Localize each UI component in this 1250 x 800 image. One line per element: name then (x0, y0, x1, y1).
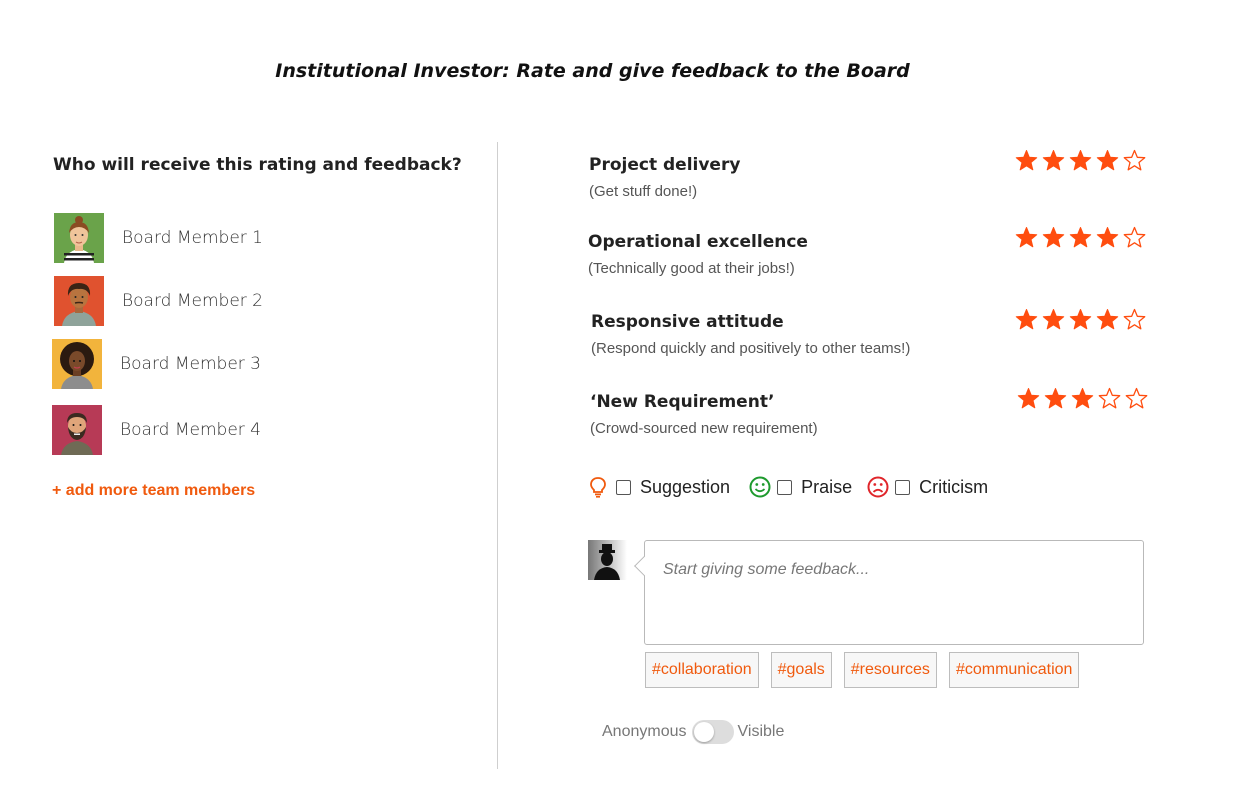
avatar (52, 339, 102, 389)
member-name: Board Member 3 (120, 354, 261, 374)
star-filled-icon[interactable] (1015, 308, 1038, 331)
anonymous-label: Anonymous (602, 723, 687, 740)
star-filled-icon[interactable] (1069, 308, 1092, 331)
star-filled-icon[interactable] (1096, 308, 1119, 331)
criticism-label: Criticism (919, 476, 989, 497)
member-row-3[interactable]: Board Member 3 (52, 339, 261, 389)
comment-box (644, 540, 1144, 645)
star-empty-icon[interactable] (1098, 387, 1121, 410)
criterion-subtitle: (Get stuff done!) (589, 183, 698, 200)
criticism-checkbox[interactable] (895, 479, 911, 495)
tag-chip[interactable]: #collaboration (645, 652, 759, 688)
tag-chip[interactable]: #communication (948, 652, 1080, 688)
criterion-subtitle: (Respond quickly and positively to other… (591, 340, 911, 357)
criterion-responsive-attitude: Responsive attitude (Respond quickly and… (591, 312, 910, 357)
star-empty-icon[interactable] (1125, 387, 1148, 410)
toggle-knob (693, 722, 714, 742)
star-rating[interactable] (1015, 308, 1146, 331)
member-name: Board Member 4 (120, 420, 261, 440)
star-empty-icon[interactable] (1123, 308, 1146, 331)
criterion-subtitle: (Technically good at their jobs!) (588, 260, 795, 277)
criterion-title: ‘New Requirement’ (590, 392, 775, 412)
star-filled-icon[interactable] (1042, 308, 1065, 331)
visibility-toggle[interactable] (691, 720, 734, 744)
tag-chip[interactable]: #goals (770, 652, 832, 688)
star-filled-icon[interactable] (1044, 387, 1067, 410)
star-rating[interactable] (1015, 149, 1146, 172)
star-filled-icon[interactable] (1096, 226, 1119, 249)
star-filled-icon[interactable] (1015, 226, 1038, 249)
feedback-textarea[interactable] (653, 549, 1135, 636)
suggestion-label: Suggestion (640, 476, 731, 497)
visibility-toggle-row: Anonymous Visible (602, 720, 784, 744)
page-title: Institutional Investor: Rate and give fe… (275, 60, 910, 82)
column-divider (497, 142, 498, 769)
tag-chip[interactable]: #resources (843, 652, 937, 688)
star-filled-icon[interactable] (1015, 149, 1038, 172)
member-row-2[interactable]: Board Member 2 (54, 276, 263, 326)
feedback-type-options: Suggestion Praise Criticism (588, 476, 988, 498)
avatar (54, 276, 104, 326)
recipients-heading: Who will receive this rating and feedbac… (53, 155, 462, 175)
tag-list: #collaboration #goals #resources #commun… (645, 652, 1080, 688)
praise-checkbox[interactable] (777, 479, 793, 495)
avatar (54, 213, 104, 263)
star-empty-icon[interactable] (1123, 226, 1146, 249)
criterion-operational-excellence: Operational excellence (Technically good… (588, 232, 808, 277)
avatar (52, 405, 102, 455)
criterion-subtitle: (Crowd-sourced new requirement) (590, 420, 818, 437)
star-filled-icon[interactable] (1042, 149, 1065, 172)
suggestion-checkbox[interactable] (616, 479, 631, 495)
member-name: Board Member 2 (122, 291, 263, 311)
criterion-title: Responsive attitude (591, 312, 784, 332)
star-filled-icon[interactable] (1017, 387, 1040, 410)
sad-face-icon (867, 476, 889, 498)
criterion-title: Operational excellence (588, 232, 808, 252)
star-filled-icon[interactable] (1069, 149, 1092, 172)
star-filled-icon[interactable] (1069, 226, 1092, 249)
visible-label: Visible (737, 723, 785, 740)
member-row-1[interactable]: Board Member 1 (54, 213, 263, 263)
criterion-new-requirement: ‘New Requirement’ (Crowd-sourced new req… (590, 392, 818, 437)
star-rating[interactable] (1017, 387, 1148, 410)
praise-label: Praise (801, 476, 853, 497)
member-row-4[interactable]: Board Member 4 (52, 405, 261, 455)
criterion-title: Project delivery (589, 155, 741, 175)
lightbulb-icon (588, 476, 608, 498)
commenter-avatar (588, 540, 627, 580)
star-filled-icon[interactable] (1071, 387, 1094, 410)
star-filled-icon[interactable] (1096, 149, 1119, 172)
smiley-icon (749, 476, 771, 498)
star-empty-icon[interactable] (1123, 149, 1146, 172)
criterion-project-delivery: Project delivery (Get stuff done!) (589, 155, 740, 200)
star-rating[interactable] (1015, 226, 1146, 249)
member-name: Board Member 1 (122, 228, 263, 248)
star-filled-icon[interactable] (1042, 226, 1065, 249)
add-more-members-link[interactable]: + add more team members (52, 482, 255, 500)
